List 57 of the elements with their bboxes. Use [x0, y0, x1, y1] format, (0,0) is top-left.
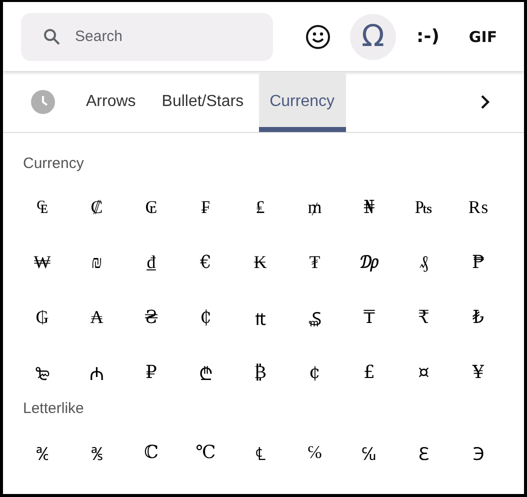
symbol-button[interactable]: ℄ — [233, 425, 288, 480]
symbols-tab[interactable]: Ω — [350, 14, 396, 60]
symbol-button[interactable]: ₽ — [124, 345, 178, 400]
symbol-button[interactable]: ₪ — [70, 235, 124, 290]
symbol-button[interactable]: ₦ — [342, 180, 396, 235]
symbol-button[interactable]: ₯ — [342, 235, 396, 290]
symbol-button[interactable]: ¥ — [451, 345, 506, 400]
symbol-button[interactable]: € — [178, 235, 233, 290]
symbol-button[interactable]: ℈ — [451, 425, 506, 480]
symbol-button[interactable]: ₻ — [15, 345, 70, 400]
symbol-button[interactable]: ₠ — [15, 180, 70, 235]
symbol-button[interactable]: ₭ — [233, 235, 288, 290]
smiley-icon — [305, 24, 331, 50]
symbol-button[interactable]: ₿ — [233, 345, 288, 400]
symbol-button[interactable]: ℂ — [124, 425, 178, 480]
section-title: Currency — [22, 155, 85, 172]
search-field[interactable]: Search — [21, 12, 273, 60]
symbol-button[interactable]: ₧ — [396, 180, 451, 235]
category-tab[interactable]: Arrows — [75, 72, 147, 132]
section-title: Letterlike — [22, 400, 85, 417]
symbol-button[interactable]: ℇ — [396, 425, 451, 480]
symbol-button[interactable]: ℁ — [70, 425, 124, 480]
symbol-button[interactable]: ₵ — [178, 290, 233, 345]
symbol-button[interactable]: ₶ — [233, 290, 288, 345]
symbol-button[interactable]: ₡ — [70, 180, 124, 235]
chevron-right-icon[interactable] — [480, 95, 490, 109]
symbol-button[interactable]: ₸ — [342, 290, 396, 345]
symbol-button[interactable]: ₨ — [451, 180, 506, 235]
symbol-button[interactable]: ₷ — [288, 290, 342, 345]
symbol-button[interactable]: ℆ — [342, 425, 396, 480]
symbol-button[interactable]: ℅ — [288, 425, 342, 480]
symbol-button[interactable]: ₤ — [233, 180, 288, 235]
symbol-button[interactable]: ℃ — [178, 425, 233, 480]
symbol-button[interactable]: ℀ — [15, 425, 70, 480]
symbol-button[interactable]: £ — [342, 345, 396, 400]
emoticons-tab[interactable]: :-) — [405, 14, 451, 60]
symbol-button[interactable]: ₰ — [396, 235, 451, 290]
symbol-button[interactable]: ₹ — [396, 290, 451, 345]
symbol-button[interactable]: ₩ — [15, 235, 70, 290]
symbol-button[interactable]: ₥ — [288, 180, 342, 235]
symbol-button[interactable]: ¢ — [288, 345, 342, 400]
symbol-button[interactable]: ₺ — [451, 290, 506, 345]
symbol-button[interactable]: ₢ — [124, 180, 178, 235]
symbol-button[interactable]: ¤ — [396, 345, 451, 400]
symbol-button[interactable]: ₮ — [288, 235, 342, 290]
symbol-button[interactable]: ₣ — [178, 180, 233, 235]
clock-icon — [31, 90, 55, 114]
symbol-button[interactable]: ₳ — [70, 290, 124, 345]
symbol-button[interactable]: ₱ — [451, 235, 506, 290]
symbol-button[interactable]: ₴ — [124, 290, 178, 345]
gif-tab[interactable]: GIF — [460, 14, 506, 60]
category-tab[interactable]: Bullet/Stars — [150, 72, 255, 132]
symbol-button[interactable]: ₼ — [70, 345, 124, 400]
category-tab[interactable]: Currency — [258, 72, 346, 132]
symbol-button[interactable]: ₲ — [15, 290, 70, 345]
symbol-button[interactable]: ₫ — [124, 235, 178, 290]
symbol-button[interactable]: ₾ — [178, 345, 233, 400]
